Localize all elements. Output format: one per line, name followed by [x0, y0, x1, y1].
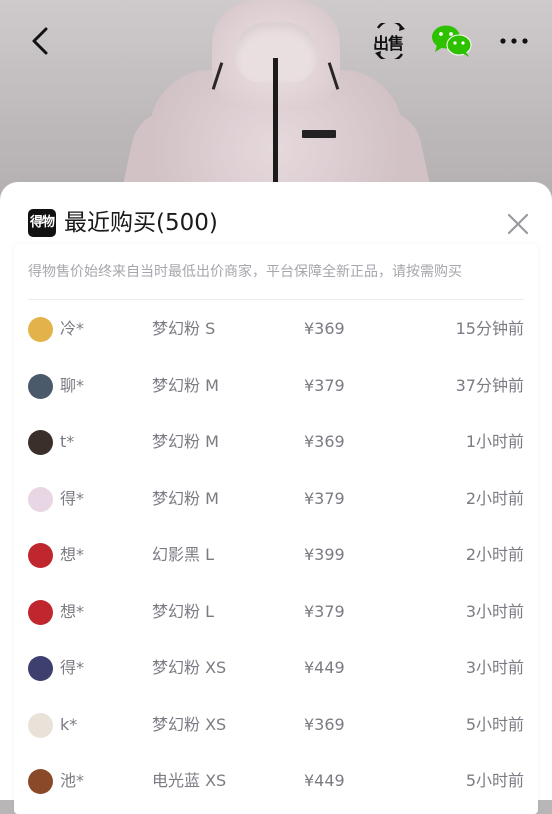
- product-spec: 梦幻粉 M: [152, 375, 219, 395]
- buyer-name: 得*: [60, 658, 85, 677]
- purchase-list-card: 得物售价始终来自当时最低出价商家，平台保障全新正品，请按需购买 冷* 梦幻粉 S…: [14, 244, 538, 814]
- purchase-price: ¥449: [304, 658, 345, 677]
- dewu-logo: 得物: [28, 209, 56, 237]
- sell-button[interactable]: 出售: [370, 22, 410, 60]
- buyer-name: 池*: [60, 771, 85, 790]
- purchase-row: k* 梦幻粉 XS ¥369 5小时前: [14, 698, 538, 755]
- recent-purchases-sheet: 得物 最近购买(500) 得物售价始终来自当时最低出价商家，平台保障全新正品，请…: [0, 182, 552, 814]
- purchase-price: ¥379: [304, 375, 345, 395]
- price-notice: 得物售价始终来自当时最低出价商家，平台保障全新正品，请按需购买: [28, 264, 462, 280]
- purchase-list[interactable]: 冷* 梦幻粉 S ¥369 15分钟前 聊* 梦幻粉 M ¥379 37分钟前 …: [14, 302, 538, 811]
- top-nav: 出售: [0, 0, 552, 84]
- purchase-price: ¥379: [304, 601, 345, 621]
- wechat-share-button[interactable]: [430, 22, 474, 60]
- avatar: [28, 430, 53, 455]
- avatar: [28, 769, 53, 794]
- back-button[interactable]: [22, 22, 58, 60]
- purchase-time: 5小时前: [465, 714, 524, 734]
- buyer-name: t*: [60, 432, 75, 451]
- purchase-row: 聊* 梦幻粉 M ¥379 37分钟前: [14, 359, 538, 416]
- purchase-price: ¥369: [304, 432, 345, 451]
- purchase-time: 15分钟前: [455, 319, 524, 338]
- avatar: [28, 486, 53, 512]
- jacket-brand-tag: [302, 130, 336, 138]
- close-button[interactable]: [502, 208, 534, 240]
- purchase-row: 得* 梦幻粉 M ¥379 2小时前: [14, 472, 538, 529]
- purchase-row: t* 梦幻粉 M ¥369 1小时前: [14, 415, 538, 472]
- divider: [28, 299, 524, 300]
- purchase-price: ¥449: [304, 771, 345, 790]
- purchase-row: 得* 梦幻粉 XS ¥449 3小时前: [14, 641, 538, 698]
- product-spec: 梦幻粉 M: [152, 488, 219, 508]
- avatar: [28, 599, 53, 625]
- avatar: [28, 543, 53, 568]
- close-icon: [507, 213, 529, 235]
- product-spec: 梦幻粉 L: [152, 601, 215, 621]
- purchase-row: 想* 幻影黑 L ¥399 2小时前: [14, 528, 538, 585]
- buyer-name: 聊*: [60, 375, 85, 395]
- buyer-name: 想*: [60, 545, 85, 564]
- buyer-name: 想*: [60, 601, 85, 621]
- purchase-price: ¥379: [304, 488, 345, 508]
- purchase-price: ¥399: [304, 545, 345, 564]
- product-spec: 梦幻粉 S: [152, 319, 216, 338]
- buyer-name: 冷*: [60, 319, 85, 338]
- product-spec: 梦幻粉 XS: [152, 714, 227, 734]
- avatar: [28, 373, 53, 399]
- avatar: [28, 656, 53, 681]
- purchase-time: 1小时前: [465, 432, 524, 451]
- more-horizontal-icon: [500, 38, 528, 44]
- chevron-left-icon: [32, 27, 48, 55]
- purchase-time: 2小时前: [465, 545, 524, 564]
- purchase-time: 3小时前: [465, 658, 524, 677]
- purchase-time: 5小时前: [465, 771, 524, 790]
- purchase-time: 2小时前: [465, 488, 524, 508]
- purchase-price: ¥369: [304, 319, 345, 338]
- avatar: [28, 317, 53, 342]
- purchase-time: 3小时前: [465, 601, 524, 621]
- sell-label: 出售: [373, 34, 404, 53]
- purchase-row: 池* 电光蓝 XS ¥449 5小时前: [14, 754, 538, 811]
- purchase-price: ¥369: [304, 714, 345, 734]
- buyer-name: k*: [60, 714, 78, 734]
- purchase-row: 冷* 梦幻粉 S ¥369 15分钟前: [14, 302, 538, 359]
- more-button[interactable]: [494, 22, 534, 60]
- product-spec: 幻影黑 L: [152, 545, 215, 564]
- product-spec: 电光蓝 XS: [152, 771, 227, 790]
- purchase-time: 37分钟前: [455, 375, 524, 395]
- buyer-name: 得*: [60, 488, 85, 508]
- avatar: [28, 712, 53, 738]
- wechat-icon: [432, 25, 472, 57]
- product-spec: 梦幻粉 M: [152, 432, 219, 451]
- sheet-title: 最近购买(500): [64, 210, 218, 236]
- product-spec: 梦幻粉 XS: [152, 658, 227, 677]
- purchase-row: 想* 梦幻粉 L ¥379 3小时前: [14, 585, 538, 642]
